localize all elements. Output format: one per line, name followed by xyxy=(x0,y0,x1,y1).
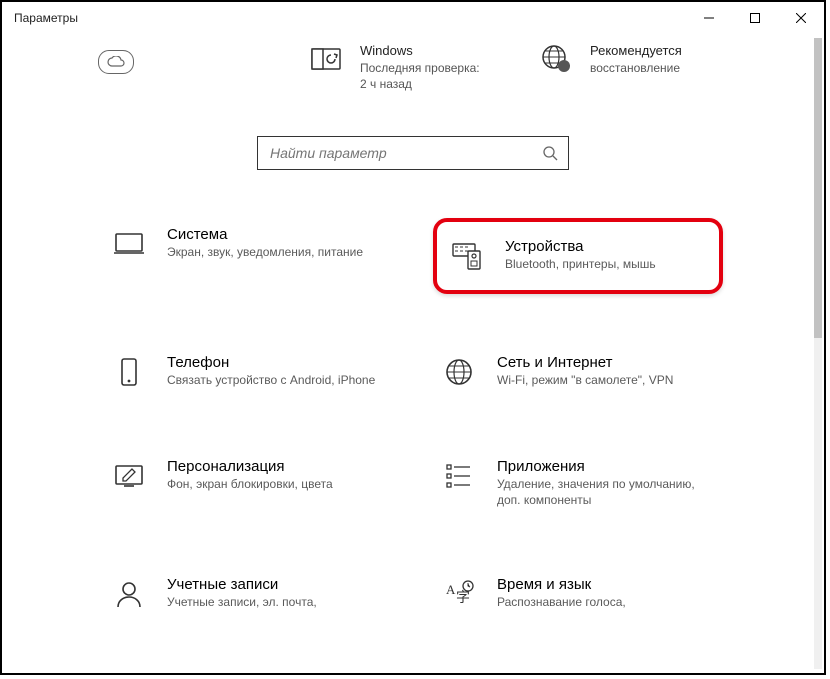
status-row: Windows Последняя проверка: 2 ч назад xyxy=(52,42,774,92)
status-update-l3: 2 ч назад xyxy=(360,76,480,92)
search-icon xyxy=(542,145,558,161)
status-onedrive[interactable] xyxy=(98,42,268,92)
status-update-l1: Windows xyxy=(360,42,480,60)
globe-warn-icon xyxy=(538,42,574,78)
personalization-icon xyxy=(111,458,147,494)
status-recovery-l2: восстановление xyxy=(590,60,682,76)
category-time-language[interactable]: A字 Время и язык Распознавание голоса, xyxy=(433,568,723,620)
category-apps[interactable]: Приложения Удаление, значения по умолчан… xyxy=(433,450,723,516)
category-desc: Bluetooth, принтеры, мышь xyxy=(505,257,707,273)
category-desc: Распознавание голоса, xyxy=(497,595,715,611)
scrollbar[interactable] xyxy=(810,34,824,673)
search-wrap xyxy=(52,136,774,170)
update-icon xyxy=(308,42,344,78)
phone-icon xyxy=(111,354,147,390)
category-accounts[interactable]: Учетные записи Учетные записи, эл. почта… xyxy=(103,568,393,620)
category-title: Устройства xyxy=(505,238,707,255)
category-title: Время и язык xyxy=(497,576,715,593)
close-button[interactable] xyxy=(778,2,824,34)
status-recovery-text: Рекомендуется восстановление xyxy=(590,42,682,92)
category-desc: Учетные записи, эл. почта, xyxy=(167,595,385,611)
scrollbar-thumb[interactable] xyxy=(814,38,822,338)
category-title: Телефон xyxy=(167,354,385,371)
time-language-icon: A字 xyxy=(441,576,477,612)
titlebar: Параметры xyxy=(2,2,824,34)
status-update-text: Windows Последняя проверка: 2 ч назад xyxy=(360,42,480,92)
globe-icon xyxy=(441,354,477,390)
maximize-button[interactable] xyxy=(732,2,778,34)
svg-text:A: A xyxy=(446,582,456,597)
category-phone[interactable]: Телефон Связать устройство с Android, iP… xyxy=(103,346,393,398)
status-recovery[interactable]: Рекомендуется восстановление xyxy=(538,42,728,92)
settings-window: Параметры xyxy=(0,0,826,675)
category-title: Система xyxy=(167,226,385,243)
category-desc: Wi-Fi, режим "в самолете", VPN xyxy=(497,373,715,389)
window-title: Параметры xyxy=(14,11,78,25)
category-grid: Система Экран, звук, уведомления, питани… xyxy=(52,218,774,620)
category-desc: Связать устройство с Android, iPhone xyxy=(167,373,385,389)
status-update[interactable]: Windows Последняя проверка: 2 ч назад xyxy=(308,42,498,92)
category-network[interactable]: Сеть и Интернет Wi-Fi, режим "в самолете… xyxy=(433,346,723,398)
cloud-icon xyxy=(98,42,134,78)
apps-icon xyxy=(441,458,477,494)
search-box[interactable] xyxy=(257,136,569,170)
category-desc: Экран, звук, уведомления, питание xyxy=(167,245,385,261)
search-input[interactable] xyxy=(268,144,542,162)
category-personalization[interactable]: Персонализация Фон, экран блокировки, цв… xyxy=(103,450,393,516)
accounts-icon xyxy=(111,576,147,612)
system-icon xyxy=(111,226,147,262)
status-update-l2: Последняя проверка: xyxy=(360,60,480,76)
category-title: Учетные записи xyxy=(167,576,385,593)
category-desc: Удаление, значения по умолчанию, доп. ко… xyxy=(497,477,715,508)
category-title: Приложения xyxy=(497,458,715,475)
content: Windows Последняя проверка: 2 ч назад xyxy=(2,34,824,620)
svg-text:字: 字 xyxy=(456,590,470,606)
category-title: Персонализация xyxy=(167,458,385,475)
body: Windows Последняя проверка: 2 ч назад xyxy=(2,34,824,673)
minimize-button[interactable] xyxy=(686,2,732,34)
category-system[interactable]: Система Экран, звук, уведомления, питани… xyxy=(103,218,393,294)
window-controls xyxy=(686,2,824,34)
category-devices[interactable]: Устройства Bluetooth, принтеры, мышь xyxy=(433,218,723,294)
devices-icon xyxy=(449,238,485,274)
status-recovery-l1: Рекомендуется xyxy=(590,42,682,60)
category-desc: Фон, экран блокировки, цвета xyxy=(167,477,385,493)
category-title: Сеть и Интернет xyxy=(497,354,715,371)
